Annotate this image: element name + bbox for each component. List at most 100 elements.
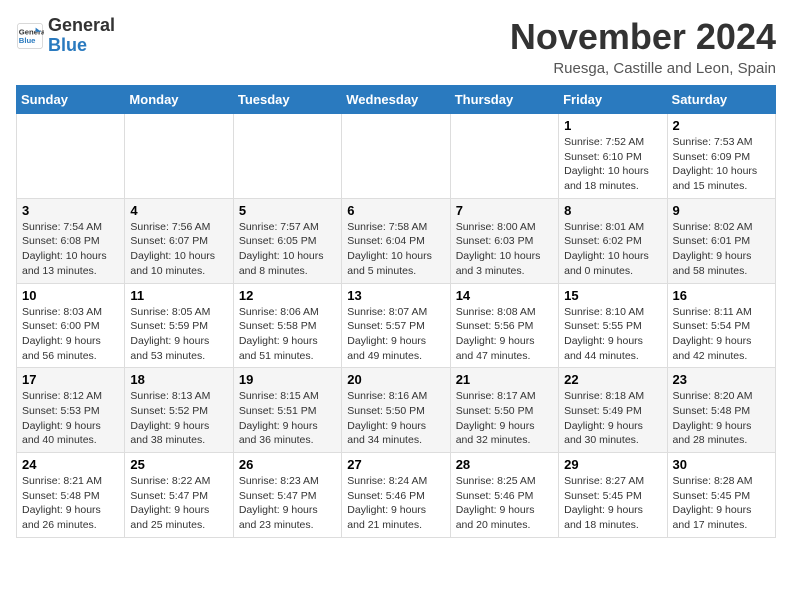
day-number: 15 [564, 288, 661, 303]
day-number: 21 [456, 372, 553, 387]
day-number: 23 [673, 372, 770, 387]
day-info: Sunrise: 8:03 AM Sunset: 6:00 PM Dayligh… [22, 305, 119, 364]
day-info: Sunrise: 8:17 AM Sunset: 5:50 PM Dayligh… [456, 389, 553, 448]
day-info: Sunrise: 8:16 AM Sunset: 5:50 PM Dayligh… [347, 389, 444, 448]
day-number: 11 [130, 288, 227, 303]
calendar-cell: 20 Sunrise: 8:16 AM Sunset: 5:50 PM Dayli… [342, 368, 450, 453]
calendar-week-1: 1 Sunrise: 7:52 AM Sunset: 6:10 PM Daylig… [17, 114, 776, 199]
day-info: Sunrise: 8:27 AM Sunset: 5:45 PM Dayligh… [564, 474, 661, 533]
title-block: November 2024 Ruesga, Castille and Leon,… [510, 16, 776, 77]
calendar-cell: 2Sunrise: 7:53 AM Sunset: 6:09 PM Daylig… [667, 114, 775, 199]
calendar-cell: 4 Sunrise: 7:56 AM Sunset: 6:07 PM Daylig… [125, 198, 233, 283]
calendar-cell: 10 Sunrise: 8:03 AM Sunset: 6:00 PM Dayli… [17, 283, 125, 368]
day-number: 28 [456, 457, 553, 472]
calendar-cell: 27 Sunrise: 8:24 AM Sunset: 5:46 PM Dayli… [342, 453, 450, 538]
day-info: Sunrise: 8:21 AM Sunset: 5:48 PM Dayligh… [22, 474, 119, 533]
calendar-cell: 26 Sunrise: 8:23 AM Sunset: 5:47 PM Dayli… [233, 453, 341, 538]
calendar-cell: 13Sunrise: 8:07 AM Sunset: 5:57 PM Dayli… [342, 283, 450, 368]
calendar-header-friday: Friday [559, 86, 667, 114]
day-info: Sunrise: 8:13 AM Sunset: 5:52 PM Dayligh… [130, 389, 227, 448]
month-title: November 2024 [510, 16, 776, 58]
day-number: 4 [130, 203, 227, 218]
day-info: Sunrise: 8:22 AM Sunset: 5:47 PM Dayligh… [130, 474, 227, 533]
calendar-cell: 14Sunrise: 8:08 AM Sunset: 5:56 PM Dayli… [450, 283, 558, 368]
day-info: Sunrise: 8:00 AM Sunset: 6:03 PM Dayligh… [456, 220, 553, 279]
day-info: Sunrise: 8:28 AM Sunset: 5:45 PM Dayligh… [673, 474, 770, 533]
calendar-cell [450, 114, 558, 199]
day-number: 12 [239, 288, 336, 303]
calendar-header-sunday: Sunday [17, 86, 125, 114]
day-info: Sunrise: 8:02 AM Sunset: 6:01 PM Dayligh… [673, 220, 770, 279]
calendar-header-wednesday: Wednesday [342, 86, 450, 114]
calendar-header-row: SundayMondayTuesdayWednesdayThursdayFrid… [17, 86, 776, 114]
day-number: 29 [564, 457, 661, 472]
day-number: 25 [130, 457, 227, 472]
calendar-cell: 8 Sunrise: 8:01 AM Sunset: 6:02 PM Daylig… [559, 198, 667, 283]
calendar-cell: 25 Sunrise: 8:22 AM Sunset: 5:47 PM Dayli… [125, 453, 233, 538]
calendar-cell: 24 Sunrise: 8:21 AM Sunset: 5:48 PM Dayli… [17, 453, 125, 538]
day-info: Sunrise: 8:01 AM Sunset: 6:02 PM Dayligh… [564, 220, 661, 279]
day-info: Sunrise: 8:18 AM Sunset: 5:49 PM Dayligh… [564, 389, 661, 448]
day-info: Sunrise: 8:11 AM Sunset: 5:54 PM Dayligh… [673, 305, 770, 364]
calendar-header-saturday: Saturday [667, 86, 775, 114]
day-info: Sunrise: 7:56 AM Sunset: 6:07 PM Dayligh… [130, 220, 227, 279]
day-info: Sunrise: 8:12 AM Sunset: 5:53 PM Dayligh… [22, 389, 119, 448]
day-number: 10 [22, 288, 119, 303]
calendar-cell: 5Sunrise: 7:57 AM Sunset: 6:05 PM Daylig… [233, 198, 341, 283]
calendar-week-2: 3 Sunrise: 7:54 AM Sunset: 6:08 PM Daylig… [17, 198, 776, 283]
logo: General Blue General Blue [16, 16, 115, 56]
calendar-cell: 15 Sunrise: 8:10 AM Sunset: 5:55 PM Dayli… [559, 283, 667, 368]
day-info: Sunrise: 8:07 AM Sunset: 5:57 PM Dayligh… [347, 305, 444, 364]
calendar-cell: 18 Sunrise: 8:13 AM Sunset: 5:52 PM Dayli… [125, 368, 233, 453]
calendar-cell: 3 Sunrise: 7:54 AM Sunset: 6:08 PM Daylig… [17, 198, 125, 283]
svg-text:Blue: Blue [19, 36, 36, 45]
day-info: Sunrise: 7:53 AM Sunset: 6:09 PM Dayligh… [673, 135, 770, 194]
day-info: Sunrise: 7:54 AM Sunset: 6:08 PM Dayligh… [22, 220, 119, 279]
day-number: 3 [22, 203, 119, 218]
logo-icon: General Blue [16, 22, 44, 50]
logo-text: General Blue [48, 16, 115, 56]
day-number: 7 [456, 203, 553, 218]
day-number: 22 [564, 372, 661, 387]
day-number: 24 [22, 457, 119, 472]
calendar-cell: 28Sunrise: 8:25 AM Sunset: 5:46 PM Dayli… [450, 453, 558, 538]
calendar-cell [125, 114, 233, 199]
calendar-cell: 19 Sunrise: 8:15 AM Sunset: 5:51 PM Dayli… [233, 368, 341, 453]
calendar-header-tuesday: Tuesday [233, 86, 341, 114]
day-number: 19 [239, 372, 336, 387]
calendar-cell: 22 Sunrise: 8:18 AM Sunset: 5:49 PM Dayli… [559, 368, 667, 453]
calendar: SundayMondayTuesdayWednesdayThursdayFrid… [16, 85, 776, 538]
calendar-cell: 11Sunrise: 8:05 AM Sunset: 5:59 PM Dayli… [125, 283, 233, 368]
calendar-cell: 17Sunrise: 8:12 AM Sunset: 5:53 PM Dayli… [17, 368, 125, 453]
day-number: 20 [347, 372, 444, 387]
day-number: 14 [456, 288, 553, 303]
calendar-cell: 29 Sunrise: 8:27 AM Sunset: 5:45 PM Dayli… [559, 453, 667, 538]
calendar-cell: 12 Sunrise: 8:06 AM Sunset: 5:58 PM Dayli… [233, 283, 341, 368]
day-info: Sunrise: 8:23 AM Sunset: 5:47 PM Dayligh… [239, 474, 336, 533]
day-number: 18 [130, 372, 227, 387]
day-number: 9 [673, 203, 770, 218]
calendar-header-monday: Monday [125, 86, 233, 114]
day-info: Sunrise: 8:06 AM Sunset: 5:58 PM Dayligh… [239, 305, 336, 364]
calendar-header-thursday: Thursday [450, 86, 558, 114]
day-info: Sunrise: 8:10 AM Sunset: 5:55 PM Dayligh… [564, 305, 661, 364]
day-info: Sunrise: 8:24 AM Sunset: 5:46 PM Dayligh… [347, 474, 444, 533]
calendar-week-5: 24 Sunrise: 8:21 AM Sunset: 5:48 PM Dayli… [17, 453, 776, 538]
day-info: Sunrise: 8:15 AM Sunset: 5:51 PM Dayligh… [239, 389, 336, 448]
day-number: 6 [347, 203, 444, 218]
calendar-cell: 23Sunrise: 8:20 AM Sunset: 5:48 PM Dayli… [667, 368, 775, 453]
day-number: 1 [564, 118, 661, 133]
calendar-cell [342, 114, 450, 199]
day-number: 26 [239, 457, 336, 472]
header: General Blue General Blue November 2024 … [16, 16, 776, 77]
day-number: 27 [347, 457, 444, 472]
calendar-cell: 21 Sunrise: 8:17 AM Sunset: 5:50 PM Dayli… [450, 368, 558, 453]
day-number: 5 [239, 203, 336, 218]
svg-text:General: General [19, 27, 44, 36]
day-number: 16 [673, 288, 770, 303]
subtitle: Ruesga, Castille and Leon, Spain [510, 60, 776, 77]
day-info: Sunrise: 7:52 AM Sunset: 6:10 PM Dayligh… [564, 135, 661, 194]
calendar-cell: 16 Sunrise: 8:11 AM Sunset: 5:54 PM Dayli… [667, 283, 775, 368]
day-number: 8 [564, 203, 661, 218]
calendar-cell: 7 Sunrise: 8:00 AM Sunset: 6:03 PM Daylig… [450, 198, 558, 283]
